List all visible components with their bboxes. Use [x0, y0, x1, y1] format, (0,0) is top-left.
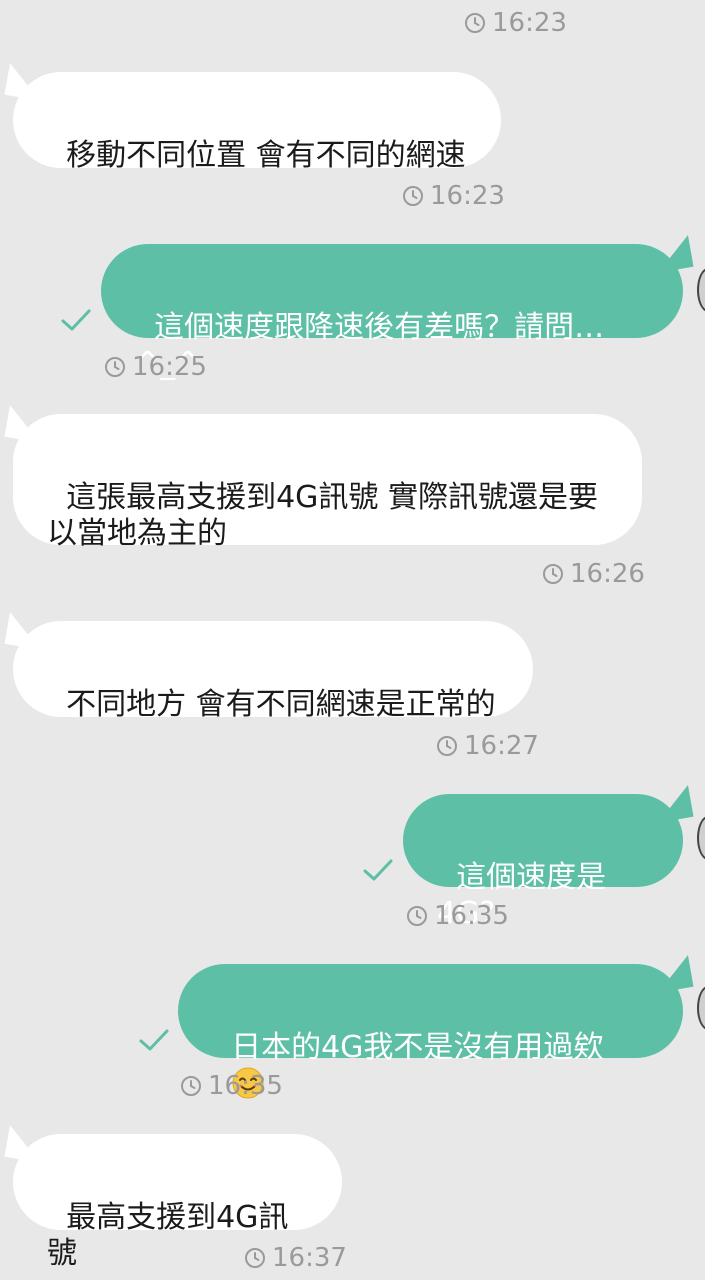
clock-icon — [245, 1248, 265, 1268]
message-bubble-outgoing[interactable]: 這個速度跟降速後有差嗎？請問…^_^ — [101, 244, 683, 381]
avatar — [697, 268, 705, 312]
message-bubble-outgoing[interactable]: 這個速度是4G? — [403, 794, 683, 931]
clock-icon — [181, 1076, 201, 1096]
timestamp-text: 16:35 — [208, 1071, 283, 1101]
timestamp-text: 16:25 — [132, 352, 207, 382]
message-text: 這張最高支援到4G訊號 實際訊號還是要 以當地為主的 — [47, 480, 598, 551]
timestamp-text: 16:37 — [272, 1243, 347, 1273]
timestamp-top: 16:23 — [464, 8, 567, 38]
avatar — [697, 986, 705, 1030]
clock-icon — [437, 736, 457, 756]
message-text: 不同地方 會有不同網速是正常的 — [66, 687, 496, 722]
timestamp: 16:35 — [406, 901, 509, 931]
avatar — [697, 816, 705, 860]
clock-icon — [403, 186, 423, 206]
timestamp: 16:35 — [180, 1071, 283, 1101]
timestamp: 16:27 — [436, 731, 539, 761]
clock-icon — [105, 357, 125, 377]
message-bubble-incoming[interactable]: 最高支援到4G訊號 — [13, 1134, 342, 1271]
timestamp: 16:23 — [402, 181, 505, 211]
message-bubble-incoming[interactable]: 這張最高支援到4G訊號 實際訊號還是要 以當地為主的 — [13, 414, 642, 551]
check-icon — [363, 859, 393, 881]
timestamp-text: 16:23 — [430, 181, 505, 211]
message-text: 移動不同位置 會有不同的網速 — [66, 138, 466, 173]
timestamp-text: 16:35 — [434, 901, 509, 931]
message-text: 日本的4G我不是沒有用過欸 — [231, 1030, 604, 1065]
timestamp: 16:37 — [244, 1243, 347, 1273]
clock-icon — [407, 906, 427, 926]
timestamp-text: 16:23 — [492, 8, 567, 38]
timestamp: 16:26 — [542, 559, 645, 589]
timestamp-text: 16:27 — [464, 731, 539, 761]
check-icon — [139, 1029, 169, 1051]
timestamp-text: 16:26 — [570, 559, 645, 589]
clock-icon — [465, 13, 485, 33]
clock-icon — [543, 564, 563, 584]
message-bubble-incoming[interactable]: 不同地方 會有不同網速是正常的 — [13, 621, 533, 722]
timestamp: 16:25 — [104, 352, 207, 382]
message-bubble-incoming[interactable]: 移動不同位置 會有不同的網速 — [13, 72, 501, 173]
message-bubble-outgoing[interactable]: 日本的4G我不是沒有用過欸 — [178, 964, 683, 1099]
check-icon — [61, 309, 91, 331]
